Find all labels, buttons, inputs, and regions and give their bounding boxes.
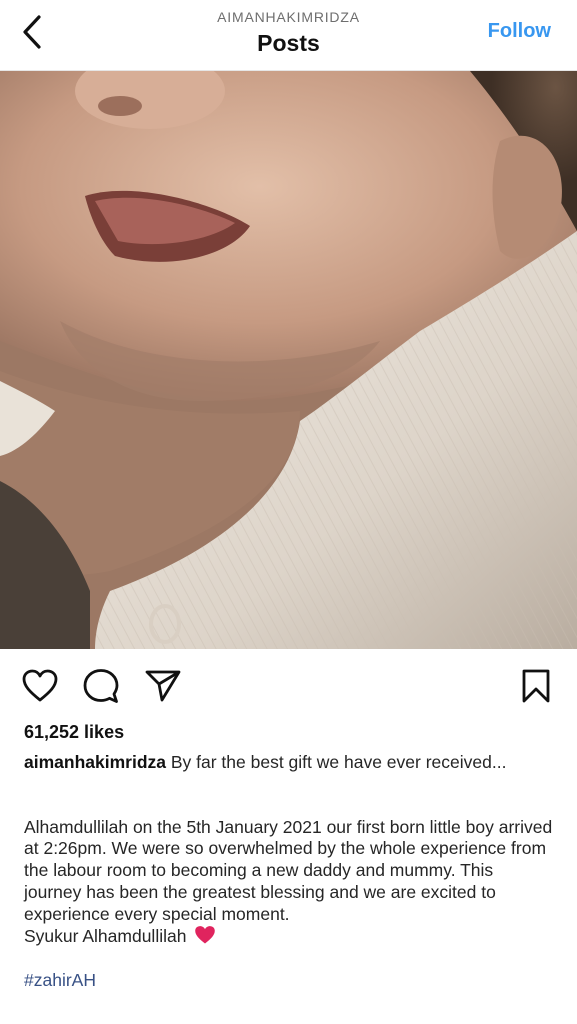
- share-button[interactable]: [143, 664, 183, 708]
- likes-count[interactable]: 61,252 likes: [24, 722, 124, 743]
- caption-syukur: Syukur Alhamdullilah: [24, 926, 192, 947]
- caption-hashtag-line: #zahirAH: [24, 970, 554, 992]
- comment-button[interactable]: [81, 664, 121, 708]
- red-heart-emoji-icon: [195, 926, 216, 944]
- caption-first-line: aimanhakimridza By far the best gift we …: [24, 752, 554, 774]
- save-button[interactable]: [516, 664, 556, 708]
- post-caption: aimanhakimridza By far the best gift we …: [24, 752, 554, 992]
- caption-paragraph: Alhamdullilah on the 5th January 2021 ou…: [24, 816, 553, 924]
- post-photo-graphic: [0, 71, 577, 649]
- paper-plane-icon: [145, 670, 181, 702]
- post-action-bar: [0, 664, 577, 708]
- hashtag-link[interactable]: #zahirAH: [24, 970, 96, 990]
- follow-button[interactable]: Follow: [488, 20, 551, 43]
- caption-username[interactable]: aimanhakimridza: [24, 752, 166, 772]
- top-nav-bar: AIMANHAKIMRIDZA Posts Follow: [0, 0, 577, 71]
- caption-syukur-line: Syukur Alhamdullilah: [24, 925, 554, 948]
- heart-outline-icon: [22, 669, 58, 702]
- bookmark-icon: [522, 669, 550, 703]
- like-button[interactable]: [20, 664, 60, 708]
- post-image[interactable]: [0, 71, 577, 649]
- comment-bubble-icon: [83, 669, 119, 703]
- caption-intro: By far the best gift we have ever receiv…: [166, 752, 507, 772]
